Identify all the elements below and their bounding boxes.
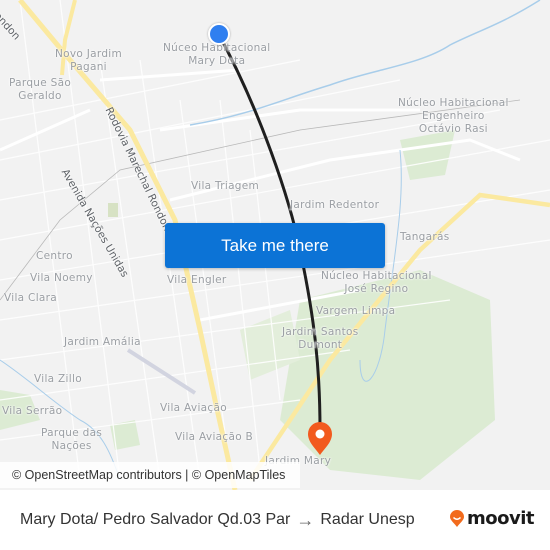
place-jardim-redentor: Jardim Redentor xyxy=(290,199,380,211)
take-me-there-button[interactable]: Take me there xyxy=(165,223,385,268)
place-jardim-amalia: Jardim Amália xyxy=(64,336,141,348)
place-novo-jardim-pagani: Novo Jardim Pagani xyxy=(55,48,123,73)
destination-pin-icon[interactable] xyxy=(305,420,335,456)
destination-name: Radar Unesp xyxy=(320,511,415,528)
place-vila-zillo: Vila Zillo xyxy=(34,373,82,385)
place-vila-aviacao-b: Vila Aviação B xyxy=(175,431,254,443)
place-tangaras: Tangarás xyxy=(400,231,450,243)
place-vila-aviacao: Vila Aviação xyxy=(160,402,227,414)
origin-name: Mary Dota/ Pedro Salvador Qd.03 Par xyxy=(20,511,291,528)
map-attribution[interactable]: © OpenStreetMap contributors | © OpenMap… xyxy=(0,462,300,488)
place-vila-clara: Vila Clara xyxy=(4,292,57,304)
place-vila-serrao: Vila Serrão xyxy=(2,405,63,417)
moovit-logo[interactable]: moovit xyxy=(449,508,535,529)
place-jardim-santos-dumont: Jardim Santos Dumont xyxy=(282,326,359,351)
park-area xyxy=(400,130,455,180)
place-nucleo-octavio-rasi: Núcleo Habitacional Engenheiro Octávio Ras… xyxy=(398,97,509,135)
place-vila-engler: Vila Engler xyxy=(167,274,227,286)
origin-marker[interactable] xyxy=(208,23,230,45)
place-vila-triagem: Vila Triagem xyxy=(191,180,260,192)
place-parque-sao-geraldo: Parque São Geraldo xyxy=(9,77,72,102)
park-area xyxy=(108,203,118,217)
map[interactable]: ondon Rodovia Marechal Rondon Avenida Na… xyxy=(0,0,550,490)
place-centro: Centro xyxy=(36,250,73,262)
place-vargem-limpa: Vargem Limpa xyxy=(316,305,396,317)
place-nucleo-mary-dota: Núceo Habitacional Mary Dota xyxy=(163,42,271,67)
place-nucleo-jose-regino: Núcleo Habitacional José Regino xyxy=(321,270,432,295)
place-parque-das-nacoes: Parque das Nações xyxy=(41,427,103,452)
place-vila-noemy: Vila Noemy xyxy=(30,272,93,284)
moovit-wordmark: moovit xyxy=(467,508,535,529)
moovit-pin-icon xyxy=(450,509,464,527)
arrow-right-icon: → xyxy=(296,509,315,530)
